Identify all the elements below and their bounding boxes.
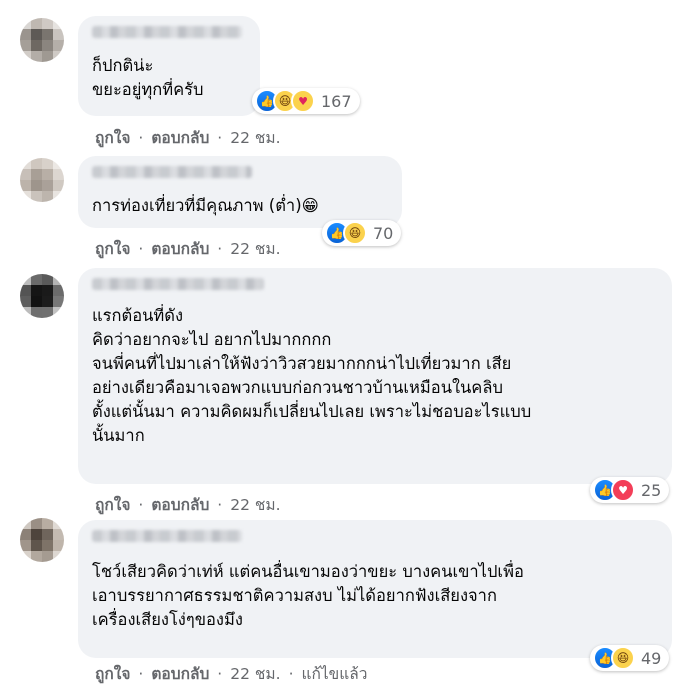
author-name-blurred[interactable] (92, 166, 252, 178)
comment: การท่องเที่ยวที่มีคุณภาพ (ต่ำ)😁 👍 😆 70 ถ… (0, 150, 700, 260)
heart-icon: ♥ (611, 478, 635, 502)
comment: แรกต้อนที่ดัง คิดว่าอยากจะไป อยากไปมากกก… (0, 260, 700, 514)
comment-bubble: ก็ปกติน่ะ ขยะอยู่ทุกที่ครับ (78, 16, 260, 116)
reply-link[interactable]: ตอบกลับ (151, 661, 209, 686)
avatar[interactable] (20, 158, 64, 202)
author-name-blurred[interactable] (92, 26, 242, 38)
haha-emoji-icon: 😆 (611, 646, 635, 670)
comment-actions: ถูกใจ · ตอบกลับ · 22 ชม. (95, 236, 281, 261)
separator: · (217, 239, 223, 258)
reaction-summary[interactable]: 👍 😆 70 (322, 220, 402, 246)
author-name-blurred[interactable] (92, 278, 264, 290)
comment-bubble: การท่องเที่ยวที่มีคุณภาพ (ต่ำ)😁 (78, 156, 402, 228)
comment-text: โชว์เสียวคิดว่าเท่ห์ แต่คนอื่นเขามองว่าข… (92, 562, 524, 629)
avatar[interactable] (20, 18, 64, 62)
author-name-blurred[interactable] (92, 530, 242, 542)
separator: · (288, 664, 294, 683)
care-emoji-icon: ♥ (291, 89, 315, 113)
reaction-count: 25 (641, 480, 662, 500)
timestamp[interactable]: 22 ชม. (230, 661, 280, 686)
separator: · (217, 664, 223, 683)
comment: ก็ปกติน่ะ ขยะอยู่ทุกที่ครับ 👍 😆 ♥ 167 ถู… (0, 0, 700, 150)
reaction-count: 167 (321, 91, 352, 111)
timestamp[interactable]: 22 ชม. (230, 125, 280, 150)
separator: · (138, 128, 144, 147)
reply-link[interactable]: ตอบกลับ (151, 125, 209, 150)
comment-text: การท่องเที่ยวที่มีคุณภาพ (ต่ำ)😁 (92, 196, 319, 215)
reaction-summary[interactable]: 👍 😆 ♥ 167 (252, 88, 360, 114)
like-link[interactable]: ถูกใจ (95, 236, 130, 261)
avatar[interactable] (20, 274, 64, 318)
reaction-count: 49 (641, 648, 662, 668)
comment-text: ก็ปกติน่ะ ขยะอยู่ทุกที่ครับ (92, 56, 204, 99)
separator: · (138, 664, 144, 683)
avatar[interactable] (20, 518, 64, 562)
comment-bubble: โชว์เสียวคิดว่าเท่ห์ แต่คนอื่นเขามองว่าข… (78, 520, 672, 658)
timestamp[interactable]: 22 ชม. (230, 236, 280, 261)
reaction-count: 70 (373, 223, 394, 243)
comment-bubble: แรกต้อนที่ดัง คิดว่าอยากจะไป อยากไปมากกก… (78, 268, 672, 484)
reaction-summary[interactable]: 👍 😆 49 (590, 645, 670, 671)
like-link[interactable]: ถูกใจ (95, 661, 130, 686)
comment-actions: ถูกใจ · ตอบกลับ · 22 ชม. (95, 125, 281, 150)
comment-text: แรกต้อนที่ดัง คิดว่าอยากจะไป อยากไปมากกก… (92, 306, 532, 445)
separator: · (217, 128, 223, 147)
comment-actions: ถูกใจ · ตอบกลับ · 22 ชม. · แก้ไขแล้ว (95, 661, 367, 686)
comment: โชว์เสียวคิดว่าเท่ห์ แต่คนอื่นเขามองว่าข… (0, 510, 700, 693)
separator: · (138, 239, 144, 258)
haha-emoji-icon: 😆 (343, 221, 367, 245)
edited-label[interactable]: แก้ไขแล้ว (302, 661, 368, 686)
like-link[interactable]: ถูกใจ (95, 125, 130, 150)
reaction-summary[interactable]: 👍 ♥ 25 (590, 477, 670, 503)
reply-link[interactable]: ตอบกลับ (151, 236, 209, 261)
